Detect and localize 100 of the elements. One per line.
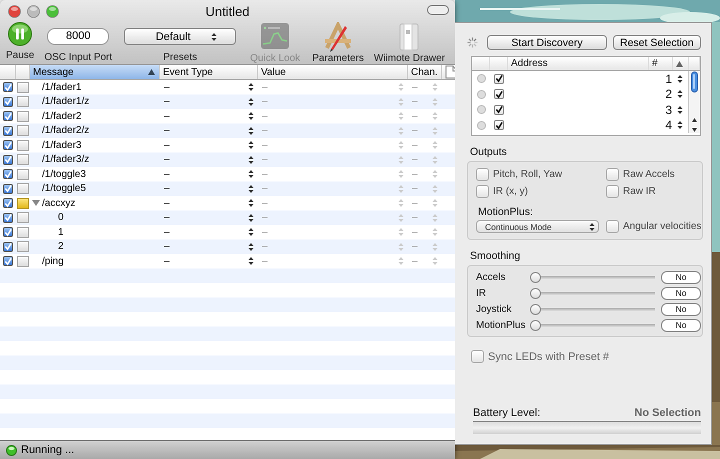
column-header[interactable]: # [649, 57, 673, 70]
checkbox[interactable] [494, 89, 504, 100]
disclosure-triangle-icon[interactable] [32, 199, 40, 208]
checkbox[interactable] [494, 74, 504, 84]
option-label: IR (x, y) [493, 186, 528, 197]
flag-box[interactable] [17, 212, 29, 224]
event-type-cell: – [164, 125, 170, 136]
smoothing-value-field[interactable]: No [661, 270, 701, 284]
checkbox[interactable] [3, 111, 13, 122]
mode-dropdown[interactable]: Continuous Mode [476, 220, 599, 233]
checkbox[interactable] [476, 185, 489, 198]
value-cell: – [262, 140, 268, 151]
value-cell: – [262, 256, 268, 267]
toolbar-button[interactable]: Parameters [312, 53, 364, 64]
close-button[interactable] [8, 4, 21, 18]
slider-thumb[interactable] [530, 288, 541, 298]
checkbox[interactable] [3, 82, 13, 92]
column-header[interactable]: Value [258, 65, 408, 79]
stepper-icon [248, 169, 254, 180]
channel-cell: – [412, 140, 418, 151]
flag-box[interactable] [17, 226, 29, 238]
flag-box[interactable] [17, 183, 29, 194]
stepper-icon [248, 96, 254, 107]
event-type-cell: – [164, 96, 170, 108]
checkbox[interactable] [494, 104, 504, 115]
flag-box[interactable] [17, 140, 29, 151]
checkbox[interactable] [3, 154, 13, 165]
flag-box[interactable] [17, 96, 29, 108]
smoothing-value-field[interactable]: No [661, 318, 701, 332]
device-number: 1 [665, 72, 672, 86]
minimize-button[interactable] [27, 4, 40, 18]
event-type-cell: – [164, 168, 170, 180]
checkbox[interactable] [606, 168, 619, 181]
value-cell: – [262, 183, 268, 194]
checkbox[interactable] [3, 212, 13, 223]
column-header[interactable]: Chan. [408, 65, 442, 79]
event-type-cell: – [164, 226, 170, 238]
slider-thumb[interactable] [530, 320, 541, 330]
stepper-icon [432, 154, 438, 165]
pause-button[interactable] [8, 22, 32, 46]
checkbox[interactable] [476, 168, 489, 181]
flag-box[interactable] [17, 256, 29, 267]
message-cell: /1/fader3/z [42, 154, 90, 166]
sort-ascending-icon [676, 60, 683, 66]
checkbox[interactable] [471, 350, 484, 363]
column-header[interactable]: Message [30, 65, 160, 79]
smoothing-value-field[interactable]: No [661, 286, 701, 300]
flag-box[interactable] [17, 82, 29, 93]
stepper-icon [677, 74, 683, 84]
value-cell: – [262, 110, 268, 122]
checkbox[interactable] [3, 256, 13, 266]
port-field[interactable]: 8000 [47, 28, 110, 45]
scrollbar-thumb[interactable] [691, 71, 698, 93]
channel-cell: – [412, 125, 418, 136]
checkbox[interactable] [606, 185, 619, 198]
message-cell: 0 [58, 212, 64, 224]
discovery-button[interactable]: Start Discovery [487, 35, 607, 50]
flag-box[interactable] [17, 241, 29, 252]
flag-box[interactable] [17, 198, 29, 209]
status-text: Running ... [21, 444, 74, 456]
value-cell: – [262, 198, 268, 209]
column-header[interactable]: Address [508, 57, 649, 70]
smoothing-value-field[interactable]: No [661, 302, 701, 316]
value-cell: – [262, 154, 268, 166]
flag-box[interactable] [17, 110, 29, 122]
checkbox[interactable] [606, 220, 619, 233]
checkbox[interactable] [3, 198, 13, 208]
connection-dot-icon [476, 74, 486, 84]
channel-cell: – [412, 168, 418, 180]
battery-label: Battery Level: [473, 407, 540, 419]
discovery-button[interactable]: Reset Selection [613, 35, 701, 50]
checkbox[interactable] [3, 184, 13, 194]
stepper-icon [210, 32, 217, 42]
checkbox[interactable] [3, 140, 13, 150]
flag-box[interactable] [17, 154, 29, 166]
slider-thumb[interactable] [530, 304, 541, 314]
zoom-button[interactable] [46, 4, 59, 18]
stepper-icon [398, 154, 404, 165]
option-label: Angular velocities [623, 221, 702, 232]
checkbox[interactable] [494, 120, 504, 130]
flag-box[interactable] [17, 168, 29, 180]
toolbar-toggle-button[interactable] [427, 5, 449, 15]
checkbox[interactable] [3, 169, 13, 180]
message-cell: /1/fader2 [42, 110, 82, 122]
flag-box[interactable] [17, 125, 29, 136]
event-type-cell: – [164, 198, 170, 209]
option-label: Pitch, Roll, Yaw [493, 169, 562, 180]
checkbox[interactable] [3, 227, 13, 238]
port-label: OSC Input Port [44, 52, 112, 63]
stepper-icon [398, 96, 404, 107]
event-type-cell: – [164, 82, 170, 93]
checkbox[interactable] [3, 96, 13, 107]
message-cell: /1/toggle3 [42, 168, 86, 180]
channel-cell: – [412, 96, 418, 108]
presets-dropdown[interactable]: Default [124, 28, 236, 45]
column-header[interactable]: Event Type [160, 65, 258, 79]
toolbar-button[interactable]: Wiimote Drawer [374, 53, 445, 64]
checkbox[interactable] [3, 242, 13, 252]
checkbox[interactable] [3, 126, 13, 136]
slider-thumb[interactable] [530, 272, 541, 282]
